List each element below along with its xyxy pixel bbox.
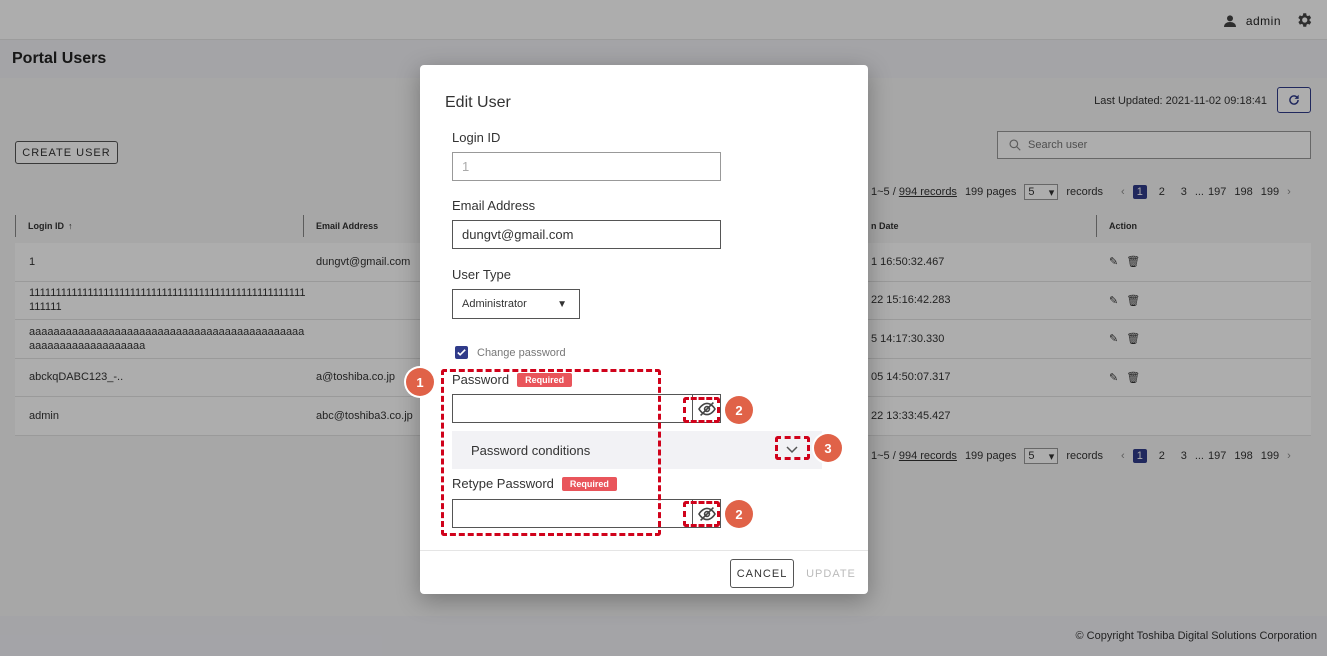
update-button[interactable]: UPDATE <box>802 559 860 588</box>
change-password-checkbox[interactable]: Change password <box>455 346 566 359</box>
checkbox-checked-icon <box>455 346 468 359</box>
dialog-divider <box>420 550 868 551</box>
annotation-badge-1: 1 <box>406 368 434 396</box>
annotation-badge-3: 3 <box>814 434 842 462</box>
annotation-box-1 <box>441 369 661 536</box>
login-id-label: Login ID <box>452 130 501 145</box>
annotation-box-2b <box>683 501 720 527</box>
login-id-field: 1 <box>452 152 721 181</box>
annotation-badge-2b: 2 <box>725 500 753 528</box>
user-type-value: Administrator <box>462 298 527 310</box>
cancel-button[interactable]: CANCEL <box>730 559 794 588</box>
change-password-label: Change password <box>477 346 566 359</box>
annotation-box-3 <box>775 436 810 460</box>
user-type-label: User Type <box>452 267 512 282</box>
email-label: Email Address <box>452 198 536 213</box>
dialog-title: Edit User <box>445 94 511 111</box>
annotation-box-2a <box>683 397 720 423</box>
email-field[interactable]: dungvt@gmail.com <box>452 220 721 249</box>
annotation-badge-2a: 2 <box>725 396 753 424</box>
caret-down-icon: ▼ <box>557 298 567 310</box>
user-type-select[interactable]: Administrator ▼ <box>452 289 580 319</box>
